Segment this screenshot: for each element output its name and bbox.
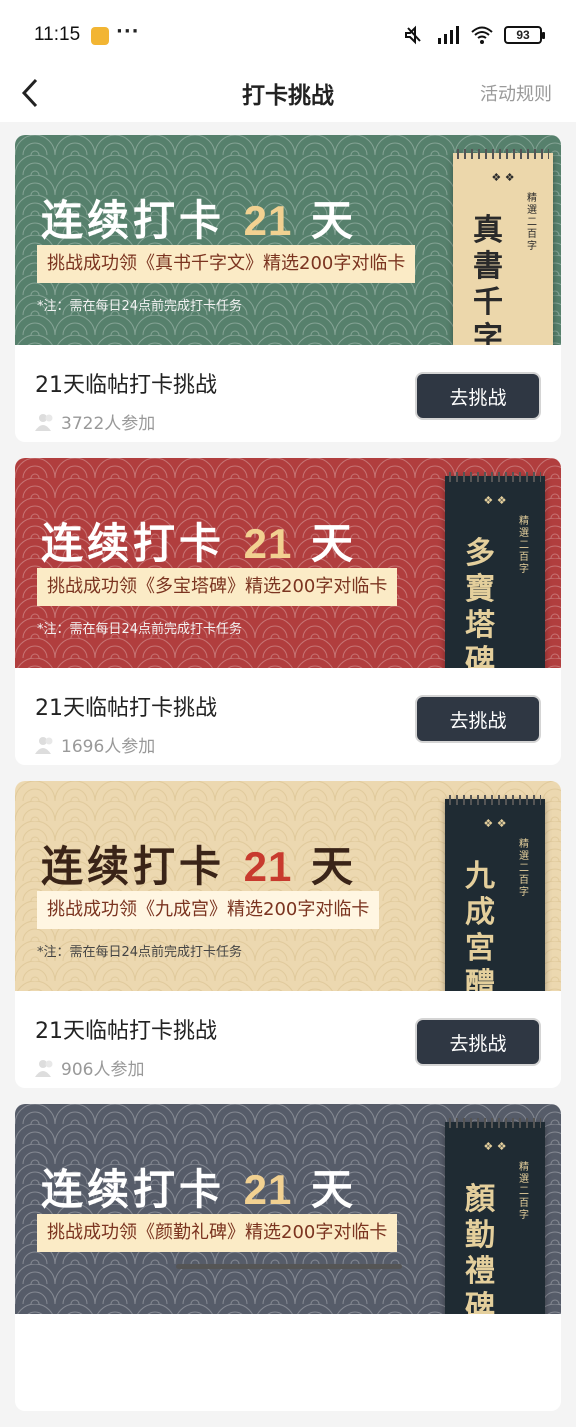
wifi-icon xyxy=(471,26,493,44)
challenge-card: 连续打卡 21 天 挑战成功领《真书千字文》精选200字对临卡 *注：需在每日2… xyxy=(15,135,561,442)
spiral-binding xyxy=(449,1118,541,1128)
spiral-binding xyxy=(449,795,541,805)
copybook-cover: ❖ ❖ 精選二百字 顏勤禮碑 xyxy=(445,1118,545,1314)
copybook-cover: ❖ ❖ 精選二百字 多寶塔碑 xyxy=(445,472,545,668)
copybook-cover: ❖ ❖ 精選二百字 真書千字文 xyxy=(453,149,553,345)
banner-title: 连续打卡 21 天 xyxy=(41,510,357,571)
checkin-note: *注：需在每日24点前完成打卡任务 xyxy=(37,945,243,960)
challenge-title: 21天临帖打卡挑战 xyxy=(35,696,217,721)
book-subtitle: 精選二百字 xyxy=(519,516,529,575)
notification-app-icon xyxy=(91,27,109,45)
book-brand: ❖ ❖ xyxy=(483,1140,507,1153)
banner-days: 21 xyxy=(243,197,293,244)
book-title: 顏勤禮碑 xyxy=(465,1182,495,1314)
mute-icon xyxy=(405,25,421,45)
banner-title: 连续打卡 21 天 xyxy=(41,187,357,248)
challenge-info: 21天临帖打卡挑战 906人参加 去挑战 xyxy=(15,991,561,1088)
reward-tagline: 挑战成功领《颜勤礼碑》精选200字对临卡 xyxy=(37,1214,398,1252)
banner-title-text: 连续打卡 xyxy=(41,519,226,568)
spiral-binding xyxy=(449,472,541,482)
challenge-card: 连续打卡 21 天 挑战成功领《颜勤礼碑》精选200字对临卡 ❖ ❖ 精選二百字… xyxy=(15,1104,561,1411)
book-subtitle: 精選二百字 xyxy=(519,839,529,898)
status-icons: 93 xyxy=(402,25,545,45)
book-title: 九成宮醴泉銘 xyxy=(465,859,495,991)
checkin-note: *注：需在每日24点前完成打卡任务 xyxy=(37,299,243,314)
banner-unit: 天 xyxy=(310,842,357,891)
banner-unit: 天 xyxy=(310,1165,357,1214)
participant-text: 1696人参加 xyxy=(61,737,156,757)
book-subtitle: 精選二百字 xyxy=(519,1162,529,1221)
banner-days: 21 xyxy=(243,520,293,567)
checkin-note: *注：需在每日24点前完成打卡任务 xyxy=(37,622,243,637)
banner-title-text: 连续打卡 xyxy=(41,842,226,891)
home-indicator[interactable] xyxy=(176,1264,402,1269)
challenge-banner[interactable]: 连续打卡 21 天 挑战成功领《真书千字文》精选200字对临卡 *注：需在每日2… xyxy=(15,135,561,345)
copybook-cover: ❖ ❖ 精選二百字 九成宮醴泉銘 xyxy=(445,795,545,991)
book-title: 多寶塔碑 xyxy=(465,536,495,668)
activity-rules-link[interactable]: 活动规则 xyxy=(480,80,552,106)
battery-icon: 93 xyxy=(504,26,545,44)
book-title: 真書千字文 xyxy=(473,213,503,345)
join-challenge-button[interactable]: 去挑战 xyxy=(415,695,541,743)
challenge-banner[interactable]: 连续打卡 21 天 挑战成功领《多宝塔碑》精选200字对临卡 *注：需在每日24… xyxy=(15,458,561,668)
reward-tagline: 挑战成功领《九成宫》精选200字对临卡 xyxy=(37,891,380,929)
participant-text: 906人参加 xyxy=(61,1060,145,1080)
banner-days: 21 xyxy=(243,1166,293,1213)
status-bar: 11:15 ··· 93 xyxy=(0,0,576,70)
banner-days: 21 xyxy=(243,843,293,890)
banner-title: 连续打卡 21 天 xyxy=(41,1156,357,1217)
banner-unit: 天 xyxy=(310,196,357,245)
join-challenge-button[interactable]: 去挑战 xyxy=(415,372,541,420)
book-brand: ❖ ❖ xyxy=(491,171,515,184)
book-brand: ❖ ❖ xyxy=(483,494,507,507)
reward-tagline: 挑战成功领《真书千字文》精选200字对临卡 xyxy=(37,245,416,283)
banner-title-text: 连续打卡 xyxy=(41,1165,226,1214)
book-brand: ❖ ❖ xyxy=(483,817,507,830)
challenge-title: 21天临帖打卡挑战 xyxy=(35,373,217,398)
join-challenge-button[interactable]: 去挑战 xyxy=(415,1018,541,1066)
reward-tagline: 挑战成功领《多宝塔碑》精选200字对临卡 xyxy=(37,568,398,606)
challenge-card: 连续打卡 21 天 挑战成功领《九成宫》精选200字对临卡 *注：需在每日24点… xyxy=(15,781,561,1088)
challenge-card: 连续打卡 21 天 挑战成功领《多宝塔碑》精选200字对临卡 *注：需在每日24… xyxy=(15,458,561,765)
user-icon xyxy=(35,736,53,754)
challenge-banner[interactable]: 连续打卡 21 天 挑战成功领《九成宫》精选200字对临卡 *注：需在每日24点… xyxy=(15,781,561,991)
challenge-banner[interactable]: 连续打卡 21 天 挑战成功领《颜勤礼碑》精选200字对临卡 ❖ ❖ 精選二百字… xyxy=(15,1104,561,1314)
banner-title-text: 连续打卡 xyxy=(41,196,226,245)
challenge-title: 21天临帖打卡挑战 xyxy=(35,1019,217,1044)
banner-title: 连续打卡 21 天 xyxy=(41,833,357,894)
challenge-info xyxy=(15,1314,561,1411)
participant-count: 3722人参加 xyxy=(35,409,155,434)
page-header: 打卡挑战 活动规则 xyxy=(0,70,576,122)
participant-count: 1696人参加 xyxy=(35,732,155,757)
challenge-list: 连续打卡 21 天 挑战成功领《真书千字文》精选200字对临卡 *注：需在每日2… xyxy=(15,135,561,1427)
battery-level: 93 xyxy=(516,28,530,42)
participant-count: 906人参加 xyxy=(35,1055,144,1080)
participant-text: 3722人参加 xyxy=(61,414,156,434)
banner-unit: 天 xyxy=(310,519,357,568)
user-icon xyxy=(35,413,53,431)
challenge-info: 21天临帖打卡挑战 3722人参加 去挑战 xyxy=(15,345,561,442)
challenge-info: 21天临帖打卡挑战 1696人参加 去挑战 xyxy=(15,668,561,765)
book-subtitle: 精選二百字 xyxy=(527,193,537,252)
more-notifications-icon: ··· xyxy=(116,21,140,42)
status-time: 11:15 xyxy=(34,24,81,45)
user-icon xyxy=(35,1059,53,1077)
spiral-binding xyxy=(457,149,549,159)
signal-icon xyxy=(438,26,459,44)
